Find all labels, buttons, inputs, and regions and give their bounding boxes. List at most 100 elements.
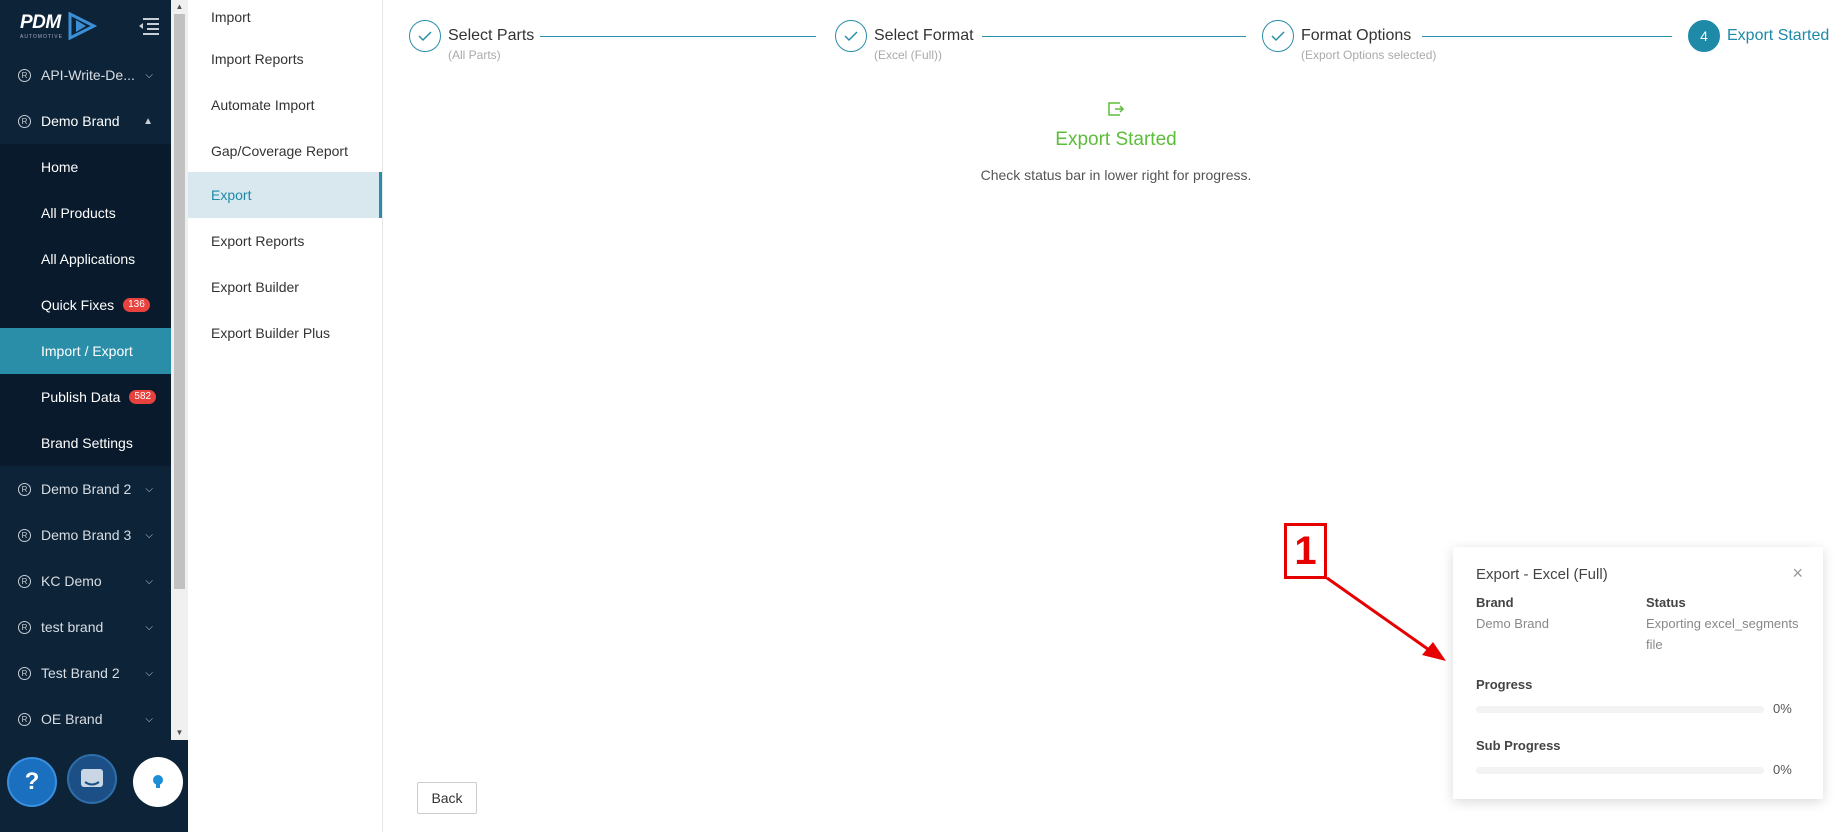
tips-button[interactable] (133, 757, 183, 807)
step-number: 4 (1688, 20, 1720, 52)
logo-subtext: AUTOMOTIVE (20, 33, 63, 40)
help-button[interactable]: ? (7, 757, 57, 807)
nav-publish-data[interactable]: Publish Data 582 (0, 374, 171, 420)
registered-icon: R (18, 574, 31, 588)
brand-demo-brand-3[interactable]: R Demo Brand 3 ⌵ (0, 512, 171, 558)
nav-brand-settings[interactable]: Brand Settings (0, 420, 171, 466)
nav-home[interactable]: Home (0, 144, 171, 190)
export-icon (1108, 102, 1125, 116)
step-connector (1422, 36, 1672, 37)
brand-test-brand-2[interactable]: R Test Brand 2 ⌵ (0, 650, 171, 696)
nav-all-products[interactable]: All Products (0, 190, 171, 236)
step-connector (982, 36, 1246, 37)
brand-label: Demo Brand (41, 113, 120, 129)
back-button[interactable]: Back (417, 782, 477, 814)
chevron-down-icon: ⌵ (145, 483, 153, 495)
progress-percent: 0% (1773, 701, 1792, 716)
logo-text: PDM (20, 11, 61, 33)
nav-label: Home (41, 159, 79, 175)
chevron-down-icon: ⌵ (145, 529, 153, 541)
chevron-down-icon: ⌵ (145, 69, 153, 81)
collapse-menu-icon[interactable] (137, 17, 159, 35)
pdm-logo[interactable]: PDM AUTOMOTIVE (20, 12, 97, 40)
sidebar-scrollbar[interactable]: ▲ ▼ (171, 0, 188, 740)
registered-icon: R (18, 68, 31, 82)
result-description: Check status bar in lower right for prog… (980, 167, 1252, 183)
menu-automate-import[interactable]: Automate Import (188, 82, 382, 128)
registered-icon: R (18, 620, 31, 634)
step-format-options[interactable]: Format Options (Export Options selected) (1262, 20, 1436, 62)
sub-progress-percent: 0% (1773, 762, 1792, 777)
nav-label: All Products (41, 205, 116, 221)
registered-icon: R (18, 666, 31, 680)
sub-progress-label: Sub Progress (1476, 738, 1561, 753)
annotation-marker: 1 (1284, 523, 1327, 579)
brand-value: Demo Brand (1476, 616, 1549, 631)
menu-gap-coverage-report[interactable]: Gap/Coverage Report (188, 128, 382, 174)
close-icon[interactable]: × (1792, 563, 1803, 584)
import-export-menu: Import Import Reports Automate Import Ga… (188, 0, 383, 832)
sub-progress-bar (1476, 767, 1764, 774)
menu-import-reports[interactable]: Import Reports (188, 36, 382, 82)
nav-label: Import / Export (41, 343, 133, 359)
status-label: Status (1646, 595, 1686, 610)
scrollbar-thumb[interactable] (174, 14, 185, 589)
menu-label: Export Builder (211, 279, 299, 295)
logo-triangle-icon (68, 12, 97, 40)
progress-label: Progress (1476, 677, 1533, 692)
nav-all-applications[interactable]: All Applications (0, 236, 171, 282)
brand-oe-brand[interactable]: R OE Brand ⌵ (0, 696, 171, 740)
menu-label: Automate Import (211, 97, 315, 113)
step-export-started: 4 Export Started (1688, 20, 1829, 52)
notification-title: Export - Excel (Full) (1476, 566, 1608, 583)
chevron-down-icon: ⌵ (145, 713, 153, 725)
chat-button[interactable] (67, 754, 117, 804)
menu-export-reports[interactable]: Export Reports (188, 218, 382, 264)
menu-label: Import (211, 9, 251, 25)
result-title: Export Started (1055, 129, 1177, 150)
menu-export-builder[interactable]: Export Builder (188, 264, 382, 310)
quick-fixes-count-badge: 136 (123, 298, 150, 312)
brand-api-write-demo[interactable]: R API-Write-De... ⌵ (0, 52, 171, 98)
scroll-up-arrow-icon[interactable]: ▲ (171, 0, 188, 14)
help-question-icon: ? (24, 768, 40, 795)
publish-data-count-badge: 582 (129, 390, 157, 404)
brand-label: Demo Brand 2 (41, 481, 132, 497)
step-complete-check-icon (835, 20, 867, 52)
export-status-notification: Export - Excel (Full) × Brand Demo Brand… (1453, 547, 1823, 799)
menu-export-builder-plus[interactable]: Export Builder Plus (188, 310, 382, 356)
menu-label: Export Builder Plus (211, 325, 331, 341)
nav-quick-fixes[interactable]: Quick Fixes 136 (0, 282, 171, 328)
menu-label: Export Reports (211, 233, 305, 249)
brand-test-brand[interactable]: R test brand ⌵ (0, 604, 171, 650)
menu-import[interactable]: Import (188, 0, 382, 36)
progress-bar (1476, 706, 1764, 713)
nav-label: Publish Data (41, 389, 121, 405)
nav-import-export[interactable]: Import / Export (0, 328, 171, 374)
registered-icon: R (18, 712, 31, 726)
brand-label: Demo Brand 3 (41, 527, 132, 543)
scroll-down-arrow-icon[interactable]: ▼ (171, 726, 188, 740)
chevron-down-icon: ⌵ (145, 621, 153, 633)
nav-label: Brand Settings (41, 435, 133, 451)
menu-export[interactable]: Export (188, 172, 382, 218)
step-select-format[interactable]: Select Format (Excel (Full)) (835, 20, 974, 62)
help-actions: ? (0, 740, 188, 832)
step-select-parts[interactable]: Select Parts (All Parts) (409, 20, 534, 62)
brand-kc-demo[interactable]: R KC Demo ⌵ (0, 558, 171, 604)
brand-demo-brand[interactable]: R Demo Brand ▲ (0, 98, 171, 144)
registered-icon: R (18, 114, 31, 128)
brand-label: KC Demo (41, 573, 102, 589)
registered-icon: R (18, 528, 31, 542)
menu-label: Gap/Coverage Report (211, 143, 348, 159)
main-sidebar: PDM AUTOMOTIVE R API-Write-De... ⌵ R Dem… (0, 0, 188, 832)
step-subtitle: (Export Options selected) (1301, 48, 1437, 62)
step-title: Export Started (1727, 27, 1830, 44)
registered-icon: R (18, 482, 31, 496)
brand-label: Brand (1476, 595, 1514, 610)
status-value: Exporting excel_segments file (1646, 616, 1799, 652)
brand-label: test brand (41, 619, 104, 635)
step-connector (540, 36, 816, 37)
nav-label: Quick Fixes (41, 297, 115, 313)
brand-demo-brand-2[interactable]: R Demo Brand 2 ⌵ (0, 466, 171, 512)
